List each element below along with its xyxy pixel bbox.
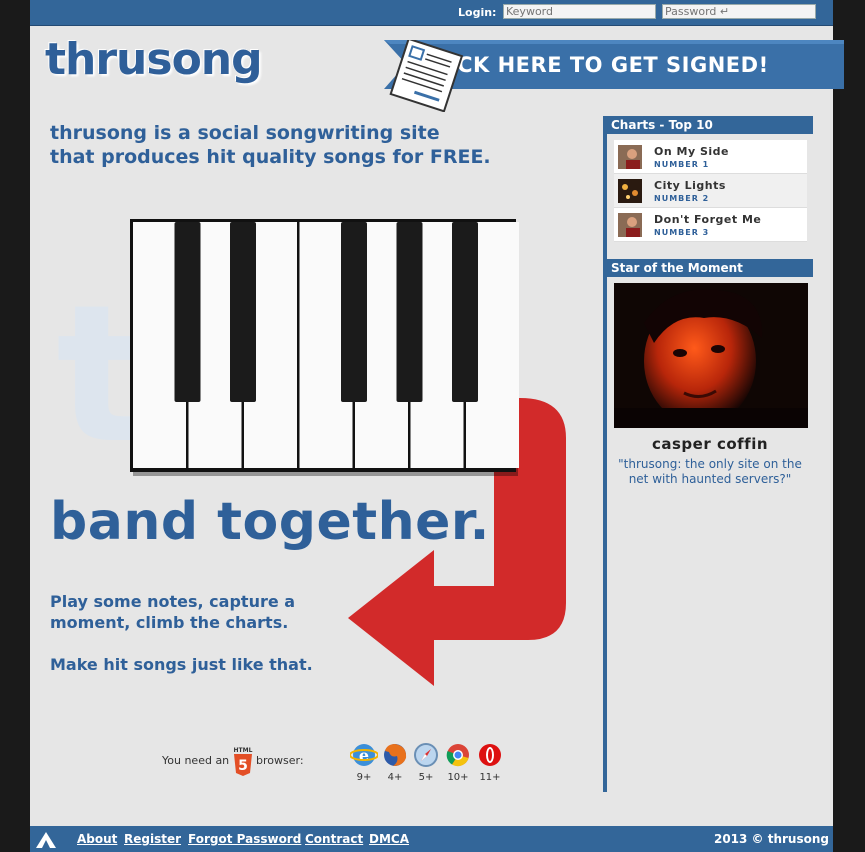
footer-link-dmca[interactable]: DMCA <box>369 832 409 846</box>
copyright: 2013 © thrusong <box>713 832 829 846</box>
browser-label: browser: <box>256 754 304 767</box>
html5-digit: 5 <box>238 758 248 774</box>
html5-icon: HTML 5 <box>234 747 253 776</box>
ie-version: 9+ <box>356 772 372 783</box>
footer-link-forgot-password[interactable]: Forgot Password <box>188 832 301 846</box>
chart-rank: NUMBER 2 <box>654 194 710 203</box>
login-bar: Login: <box>30 0 833 26</box>
chart-title: On My Side <box>654 145 729 158</box>
safari-version: 5+ <box>418 772 434 783</box>
page: Login: thrusong CLICK HERE TO GET SIGNED… <box>30 0 844 852</box>
star-header: Star of the Moment <box>607 259 813 277</box>
song-thumbnail <box>618 145 642 169</box>
tagline: thrusong is a social songwriting site th… <box>50 121 570 169</box>
password-input[interactable] <box>662 4 816 19</box>
intro-text: Play some notes, capture a moment, climb… <box>50 591 313 675</box>
chart-item-1[interactable]: On My Side NUMBER 1 <box>614 140 807 174</box>
chart-item-2[interactable]: City Lights NUMBER 2 <box>614 174 807 208</box>
signup-banner-button[interactable]: CLICK HERE TO GET SIGNED! <box>384 40 844 112</box>
safari-icon <box>414 743 438 767</box>
charts-list: On My Side NUMBER 1 City Lights NUMBER 2… <box>614 140 807 242</box>
html5-label: HTML <box>234 747 253 754</box>
firefox-icon <box>384 744 407 766</box>
star-name[interactable]: casper coffin <box>607 435 813 453</box>
svg-text:e: e <box>359 746 369 765</box>
intro-line-3: Make hit songs just like that. <box>50 655 313 674</box>
opera-icon <box>479 744 501 766</box>
intro-line-1: Play some notes, capture a <box>50 592 296 611</box>
ie-icon: e <box>349 744 379 766</box>
chart-item-3[interactable]: Don't Forget Me NUMBER 3 <box>614 208 807 242</box>
need-browser-text: You need an <box>162 754 230 767</box>
chart-rank: NUMBER 3 <box>654 228 710 237</box>
black-key <box>341 222 367 402</box>
chrome-version: 10+ <box>447 772 469 783</box>
charts-header: Charts - Top 10 <box>607 116 813 134</box>
headline: band together. <box>50 492 490 552</box>
song-thumbnail <box>618 213 642 237</box>
black-key <box>174 222 201 402</box>
tagline-line-2: that produces hit quality songs for FREE… <box>50 146 491 168</box>
black-key <box>452 222 478 402</box>
sidebar-divider <box>603 116 607 792</box>
keyword-input[interactable] <box>503 4 656 19</box>
footer-link-contract[interactable]: Contract <box>305 832 363 846</box>
footer-link-register[interactable]: Register <box>124 832 181 846</box>
footer-logo-icon[interactable] <box>36 832 56 848</box>
piano-keyboard-graphic <box>130 219 519 476</box>
footer: About Register Forgot Password Contract … <box>30 826 833 852</box>
opera-browser[interactable]: 11+ <box>476 742 504 783</box>
chart-rank: NUMBER 1 <box>654 160 710 169</box>
star-photo[interactable] <box>614 283 808 428</box>
safari-browser[interactable]: 5+ <box>412 742 440 783</box>
black-key <box>230 222 256 402</box>
notepad-icon <box>389 40 464 112</box>
song-thumbnail <box>618 179 642 203</box>
star-quote: "thrusong: the only site on the net with… <box>618 457 802 486</box>
login-label: Login: <box>458 6 497 19</box>
footer-link-about[interactable]: About <box>77 832 117 846</box>
intro-line-2: moment, climb the charts. <box>50 613 289 632</box>
tagline-line-1: thrusong is a social songwriting site <box>50 122 440 144</box>
chart-title: City Lights <box>654 179 726 192</box>
firefox-version: 4+ <box>387 772 403 783</box>
black-key <box>396 222 423 402</box>
chrome-icon <box>446 744 469 767</box>
site-logo[interactable]: thrusong <box>45 34 263 85</box>
chrome-browser[interactable]: 10+ <box>444 742 472 783</box>
opera-version: 11+ <box>479 772 501 783</box>
chart-title: Don't Forget Me <box>654 213 762 226</box>
firefox-browser[interactable]: 4+ <box>381 742 409 783</box>
signup-banner-label: CLICK HERE TO GET SIGNED! <box>419 53 769 77</box>
ie-browser[interactable]: e 9+ <box>349 742 379 783</box>
